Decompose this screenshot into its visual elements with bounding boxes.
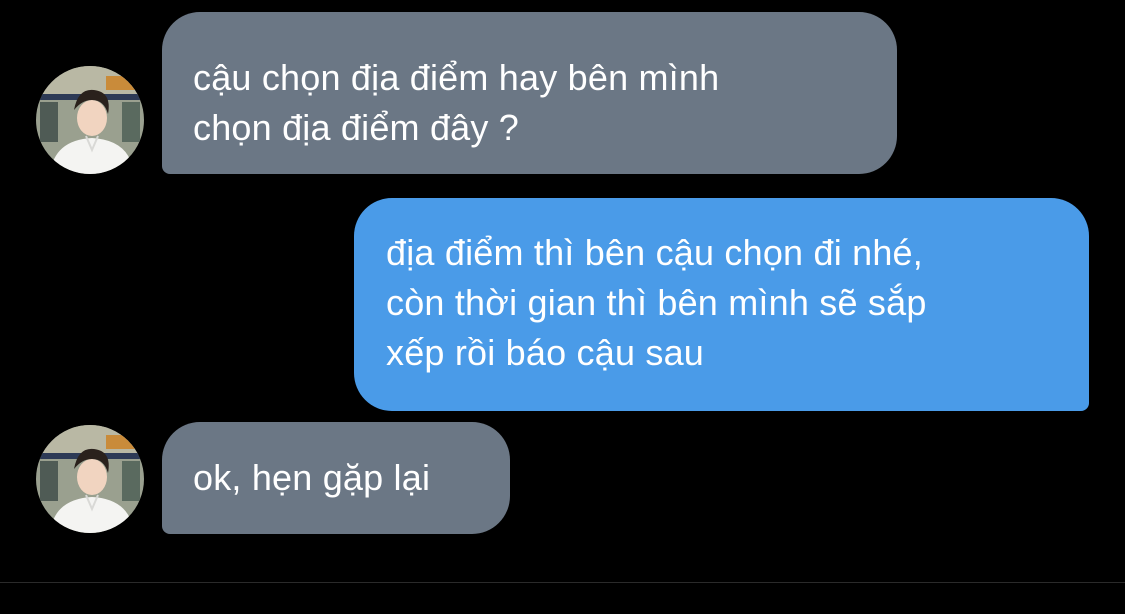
incoming-message-bubble[interactable]: ok, hẹn gặp lại — [162, 422, 510, 534]
incoming-message-bubble[interactable]: cậu chọn địa điểm hay bên mình chọn địa … — [162, 12, 897, 174]
contact-avatar-photo — [36, 425, 144, 533]
outgoing-message-bubble[interactable]: địa điểm thì bên cậu chọn đi nhé, còn th… — [354, 198, 1089, 411]
message-text-line: chọn địa điểm đây ? — [193, 107, 520, 148]
message-text-line: địa điểm thì bên cậu chọn đi nhé, — [386, 232, 923, 273]
message-text-line: còn thời gian thì bên mình sẽ sắp — [386, 282, 927, 323]
message-text-line: xếp rồi báo cậu sau — [386, 332, 705, 373]
message-text-line: cậu chọn địa điểm hay bên mình — [193, 57, 720, 98]
contact-avatar[interactable] — [36, 66, 144, 174]
message-text-line: ok, hẹn gặp lại — [193, 457, 431, 498]
contact-avatar[interactable] — [36, 425, 144, 533]
contact-avatar-photo — [36, 66, 144, 174]
bottom-divider — [0, 582, 1125, 583]
